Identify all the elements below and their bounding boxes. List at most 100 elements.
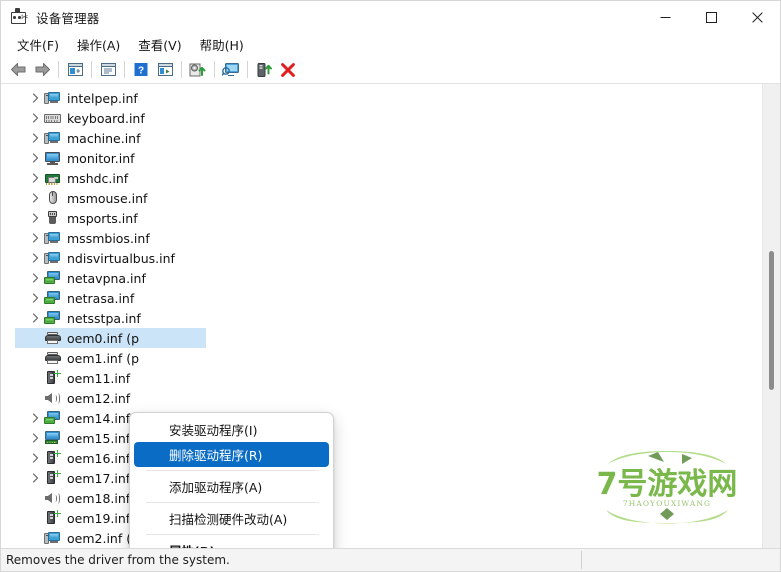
context-menu-item-install-driver[interactable]: 安装驱动程序(I) — [134, 417, 329, 442]
status-message: Removes the driver from the system. — [6, 553, 230, 567]
update-driver-button[interactable] — [186, 58, 210, 81]
chevron-right-icon[interactable] — [27, 170, 43, 186]
computer-icon — [44, 130, 61, 146]
window-controls — [642, 1, 780, 33]
scrollbar-thumb[interactable] — [769, 251, 774, 391]
chevron-right-icon[interactable] — [27, 250, 43, 266]
chevron-right-icon[interactable] — [27, 130, 43, 146]
chevron-right-icon[interactable] — [27, 450, 43, 466]
toolbar-separator — [91, 61, 92, 78]
chevron-right-icon[interactable] — [27, 410, 43, 426]
computer-icon — [44, 90, 61, 106]
show-hide-console-tree-icon — [67, 63, 83, 76]
context-menu: 安装驱动程序(I) 删除驱动程序(R) 添加驱动程序(A) 扫描检测硬件改动(A… — [129, 412, 334, 548]
network-icon — [44, 270, 61, 286]
enable-device-icon — [257, 62, 272, 77]
tree-row[interactable]: msports.inf — [1, 208, 762, 228]
title-bar: ✂ 设备管理器 — [1, 1, 780, 33]
tree-row[interactable]: mssmbios.inf — [1, 228, 762, 248]
vertical-scrollbar[interactable] — [762, 84, 780, 548]
tree-row[interactable]: oem18.inf (mshdadac.inf) — [1, 488, 762, 508]
menu-bar: 文件(F) 操作(A) 查看(V) 帮助(H) — [1, 33, 780, 56]
tree-row[interactable]: netsstpa.inf — [1, 308, 762, 328]
tree-row[interactable]: oem11.inf — [1, 368, 762, 388]
chevron-right-icon[interactable] — [27, 190, 43, 206]
tree-row-label: oem15.inf — [67, 430, 131, 446]
menu-help[interactable]: 帮助(H) — [191, 33, 253, 56]
enable-device-button[interactable] — [252, 58, 276, 81]
properties-button[interactable] — [96, 58, 120, 81]
tree-row-label: netsstpa.inf — [67, 310, 141, 326]
driver-tree[interactable]: intelpep.inf keyboard.inf machine.inf mo… — [1, 84, 762, 548]
tree-row[interactable]: oem16.inf — [1, 448, 762, 468]
tree-row[interactable]: machine.inf — [1, 128, 762, 148]
context-menu-item-scan-hardware-changes[interactable]: 扫描检测硬件改动(A) — [134, 506, 329, 531]
chevron-right-icon[interactable] — [27, 150, 43, 166]
tree-row-label: machine.inf — [67, 130, 141, 146]
mouse-icon — [44, 190, 61, 206]
chevron-right-icon[interactable] — [27, 310, 43, 326]
tree-row-label: oem11.inf — [67, 370, 131, 386]
tree-row-label: oem12.inf — [67, 390, 131, 406]
tree-row[interactable]: netrasa.inf — [1, 288, 762, 308]
tree-row[interactable]: oem2.inf (vmci.inf) — [1, 528, 762, 548]
speaker-icon — [44, 390, 61, 406]
network-icon — [44, 410, 61, 426]
tree-row-label: oem1.inf (p — [67, 350, 140, 366]
printer-icon — [44, 350, 61, 366]
content-area: intelpep.inf keyboard.inf machine.inf mo… — [1, 84, 780, 548]
chevron-right-icon[interactable] — [27, 290, 43, 306]
tree-row-label: netrasa.inf — [67, 290, 135, 306]
chevron-right-icon[interactable] — [27, 470, 43, 486]
menu-action[interactable]: 操作(A) — [68, 33, 129, 56]
back-button[interactable] — [6, 58, 30, 81]
tree-row[interactable]: oem15.inf — [1, 428, 762, 448]
properties-icon — [100, 63, 116, 76]
speaker-icon — [44, 490, 61, 506]
tree-row[interactable]: monitor.inf — [1, 148, 762, 168]
tree-row[interactable]: netavpna.inf — [1, 268, 762, 288]
tree-row-label: mssmbios.inf — [67, 230, 150, 246]
tree-row[interactable]: oem17.inf (igcc_acn.inf) — [1, 468, 762, 488]
menu-view[interactable]: 查看(V) — [129, 33, 190, 56]
minimize-icon — [660, 16, 670, 18]
tree-row[interactable]: oem14.inf — [1, 408, 762, 428]
toolbar-separator — [58, 61, 59, 78]
help-button[interactable]: ? — [129, 58, 153, 81]
show-hide-console-tree-button[interactable] — [63, 58, 87, 81]
tree-row[interactable]: mshdc.inf — [1, 168, 762, 188]
minimize-button[interactable] — [642, 1, 688, 33]
chevron-right-icon[interactable] — [27, 210, 43, 226]
tree-row[interactable]: msmouse.inf — [1, 188, 762, 208]
tree-row-label: oem16.inf — [67, 450, 131, 466]
context-menu-item-properties[interactable]: 属性(R) — [134, 538, 329, 548]
board-icon — [44, 170, 61, 186]
window-title: 设备管理器 — [36, 10, 100, 26]
chevron-right-icon[interactable] — [27, 230, 43, 246]
tree-row[interactable]: ndisvirtualbus.inf — [1, 248, 762, 268]
context-menu-item-remove-driver[interactable]: 删除驱动程序(R) — [134, 442, 329, 467]
view-button[interactable] — [153, 58, 177, 81]
close-button[interactable] — [734, 1, 780, 33]
scan-hardware-changes-button[interactable] — [219, 58, 243, 81]
chevron-right-icon[interactable] — [27, 110, 43, 126]
tree-row-label: monitor.inf — [67, 150, 135, 166]
context-menu-item-add-driver[interactable]: 添加驱动程序(A) — [134, 474, 329, 499]
maximize-icon — [705, 11, 717, 23]
forward-button[interactable] — [30, 58, 54, 81]
tree-row-selected[interactable]: oem0.inf (p — [1, 328, 762, 348]
chevron-right-icon[interactable] — [27, 430, 43, 446]
tree-row[interactable]: oem1.inf (p — [1, 348, 762, 368]
chevron-right-icon[interactable] — [27, 270, 43, 286]
tree-row[interactable]: oem12.inf — [1, 388, 762, 408]
scan-hardware-changes-icon — [222, 63, 239, 76]
tree-row[interactable]: keyboard.inf — [1, 108, 762, 128]
context-menu-separator — [146, 470, 319, 471]
menu-file[interactable]: 文件(F) — [8, 33, 68, 56]
uninstall-device-button[interactable] — [276, 58, 300, 81]
tree-row-label: ndisvirtualbus.inf — [67, 250, 175, 266]
tree-row[interactable]: intelpep.inf — [1, 88, 762, 108]
chevron-right-icon[interactable] — [27, 90, 43, 106]
tree-row[interactable]: oem19.inf (hdbusext.inf) — [1, 508, 762, 528]
maximize-button[interactable] — [688, 1, 734, 33]
